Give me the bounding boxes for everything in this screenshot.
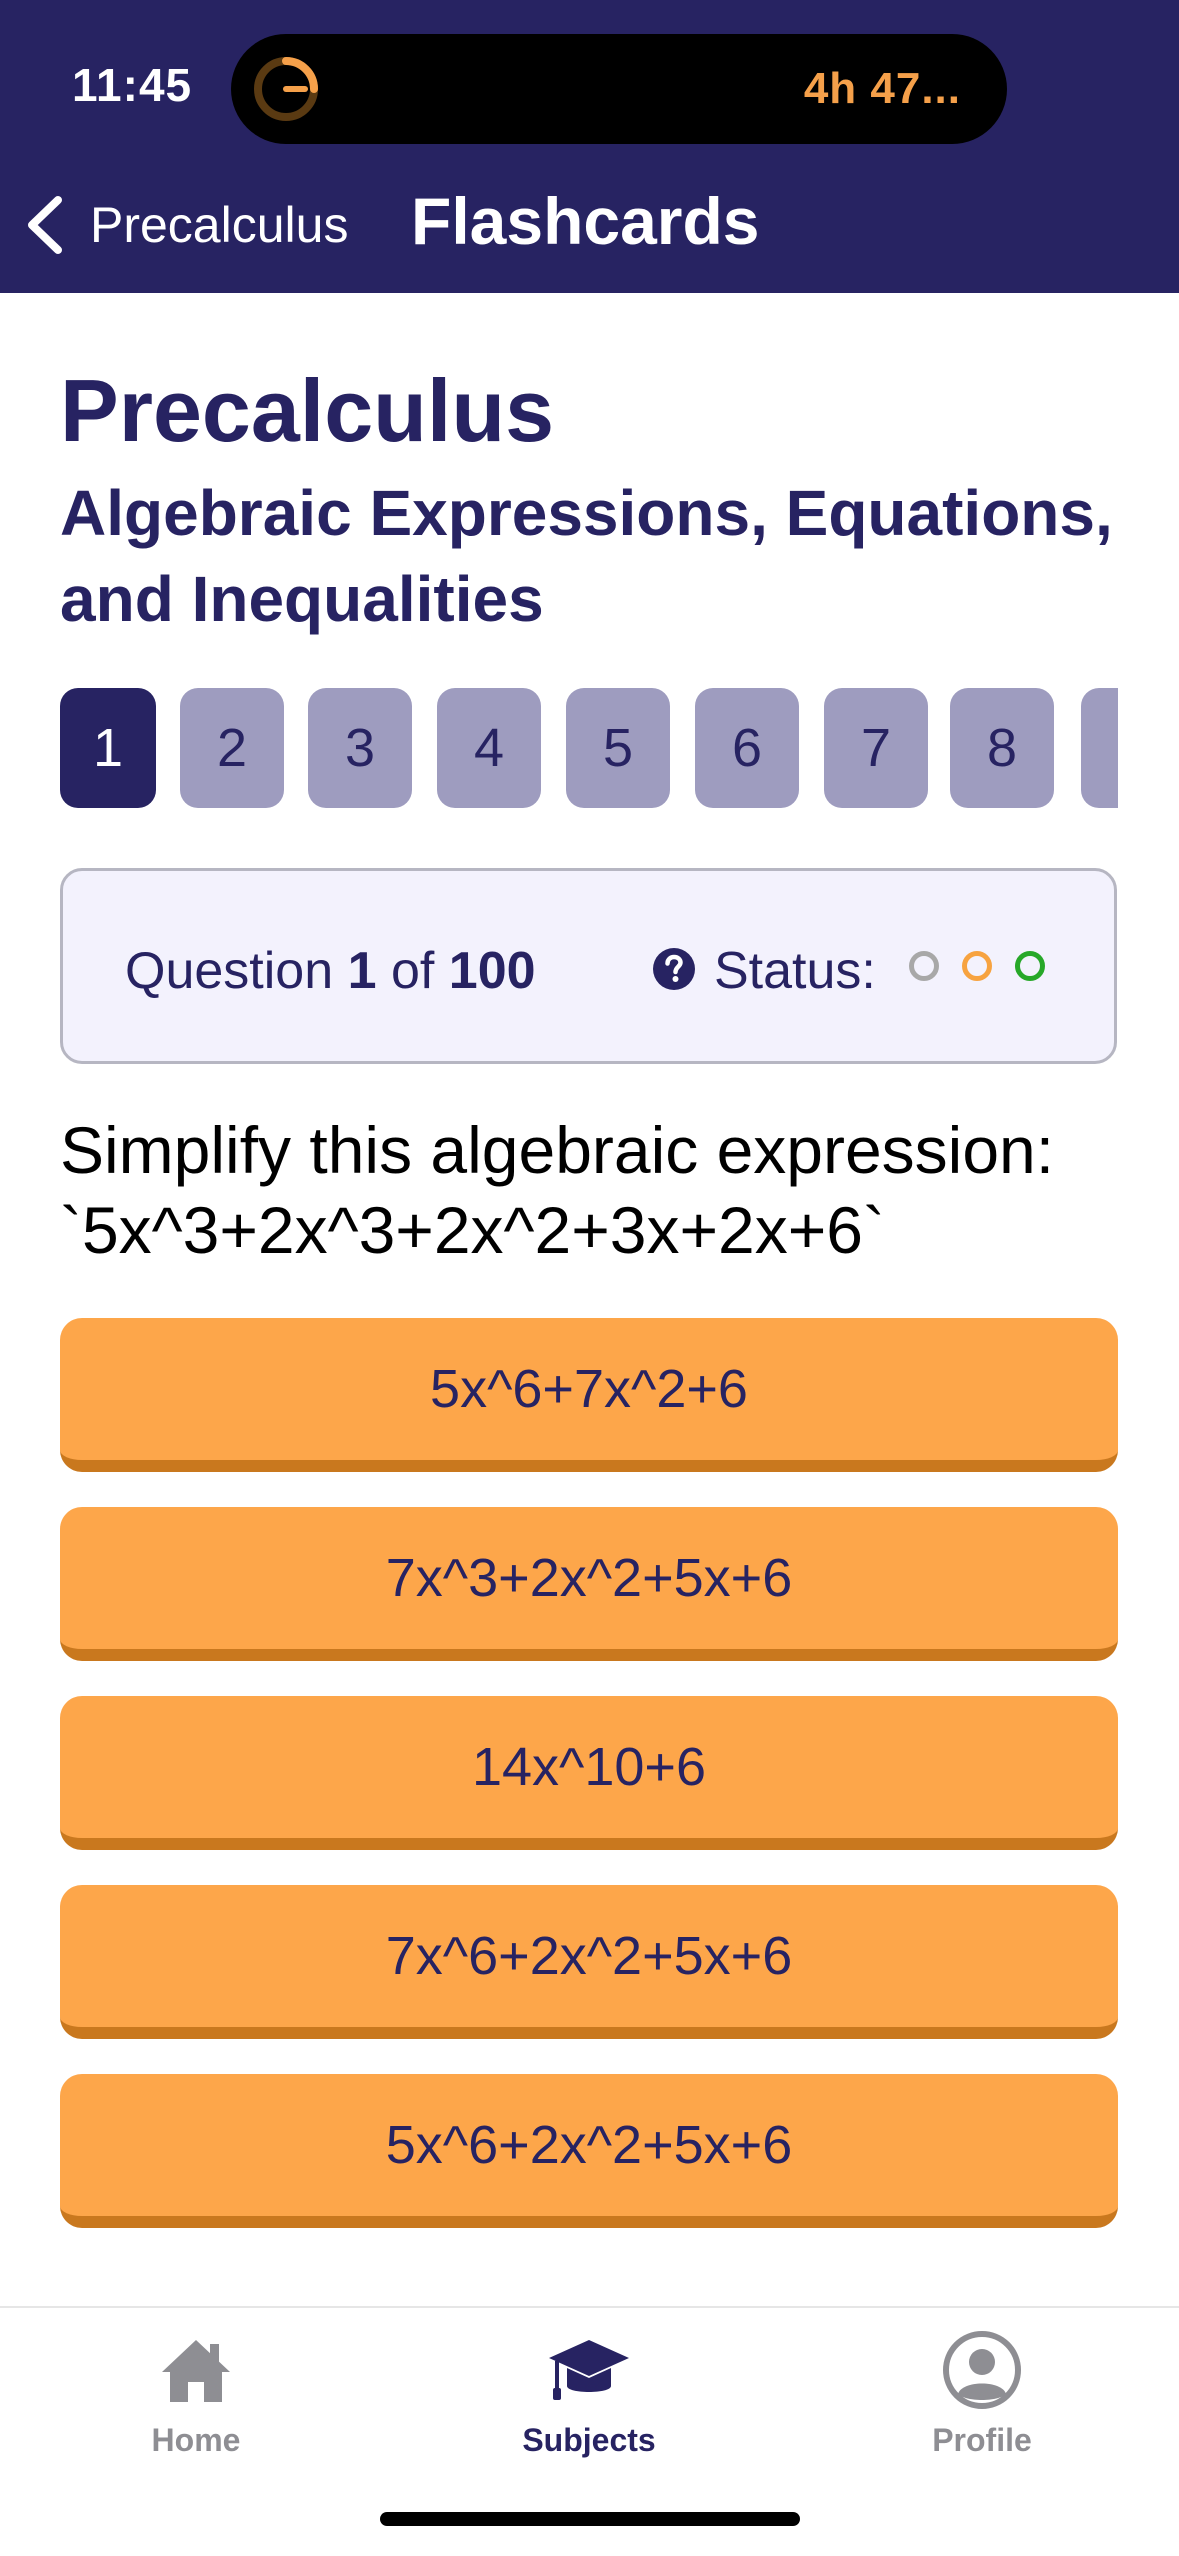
answer-option-1[interactable]: 5x^6+7x^2+6: [60, 1318, 1118, 1472]
status-time: 11:45: [72, 59, 193, 111]
question-prompt: Simplify this algebraic expression:: [60, 1113, 1055, 1187]
question-text: Simplify this algebraic expression: `5x^…: [60, 1110, 1150, 1270]
back-label: Precalculus: [90, 197, 349, 253]
status-label: Status:: [714, 942, 876, 1000]
profile-icon: [943, 2331, 1021, 2409]
question-counter-prefix: Question: [125, 942, 334, 1000]
section-title: Algebraic Expressions, Equations, and In…: [60, 477, 1113, 635]
page-title: Precalculus: [60, 361, 555, 460]
answer-option-4[interactable]: 7x^6+2x^2+5x+6: [60, 1885, 1118, 2039]
timer-icon: [254, 57, 318, 121]
question-tab-3[interactable]: 3: [308, 688, 412, 808]
header: 11:45 4h 47... Precalculus Flashcards: [0, 0, 1179, 293]
tabbar-home-label: Home: [151, 2422, 241, 2458]
question-total: 100: [448, 942, 536, 1000]
tabbar-profile[interactable]: Profile: [882, 2328, 1082, 2459]
question-expression: `5x^3+2x^3+2x^2+3x+2x+6`: [60, 1193, 885, 1267]
question-tab-4[interactable]: 4: [437, 688, 541, 808]
answer-option-2[interactable]: 7x^3+2x^2+5x+6: [60, 1507, 1118, 1661]
status-learning-dot: [962, 951, 992, 981]
live-activity-timer: 4h 47...: [803, 64, 961, 113]
help-icon[interactable]: [652, 947, 696, 991]
dynamic-island[interactable]: 4h 47...: [231, 34, 1007, 144]
question-tab-6[interactable]: 6: [695, 688, 799, 808]
tabbar-subjects[interactable]: Subjects: [489, 2328, 689, 2459]
question-tab-7[interactable]: 7: [824, 688, 928, 808]
tabbar-subjects-label: Subjects: [522, 2422, 656, 2458]
question-counter: Question 1 of 100: [125, 941, 536, 1001]
question-tab-9[interactable]: 9: [1081, 688, 1118, 808]
question-counter-of: of: [390, 942, 435, 1000]
status-mastered-dot: [1015, 951, 1045, 981]
flashcards-screen: 11:45 4h 47... Precalculus Flashcards Pr…: [0, 0, 1179, 2556]
nav-title: Flashcards: [411, 184, 760, 258]
question-number-tabs[interactable]: 1 2 3 4 5 6 7 8 9: [60, 688, 1118, 808]
graduation-cap-icon: [549, 2340, 629, 2400]
chevron-left-icon: [28, 196, 62, 254]
question-tab-5[interactable]: 5: [566, 688, 670, 808]
question-current: 1: [347, 942, 377, 1000]
question-tab-8[interactable]: 8: [950, 688, 1054, 808]
home-icon: [162, 2340, 230, 2402]
answer-option-3[interactable]: 14x^10+6: [60, 1696, 1118, 1850]
tabbar-profile-label: Profile: [932, 2422, 1032, 2458]
tabbar-home[interactable]: Home: [96, 2328, 296, 2459]
home-indicator[interactable]: [380, 2512, 800, 2526]
question-tab-1[interactable]: 1: [60, 688, 156, 808]
status-unseen-dot: [909, 951, 939, 981]
answer-option-5[interactable]: 5x^6+2x^2+5x+6: [60, 2074, 1118, 2228]
back-button[interactable]: Precalculus: [22, 190, 348, 260]
question-tab-2[interactable]: 2: [180, 688, 284, 808]
question-info-box: Question 1 of 100 Status:: [60, 868, 1117, 1064]
